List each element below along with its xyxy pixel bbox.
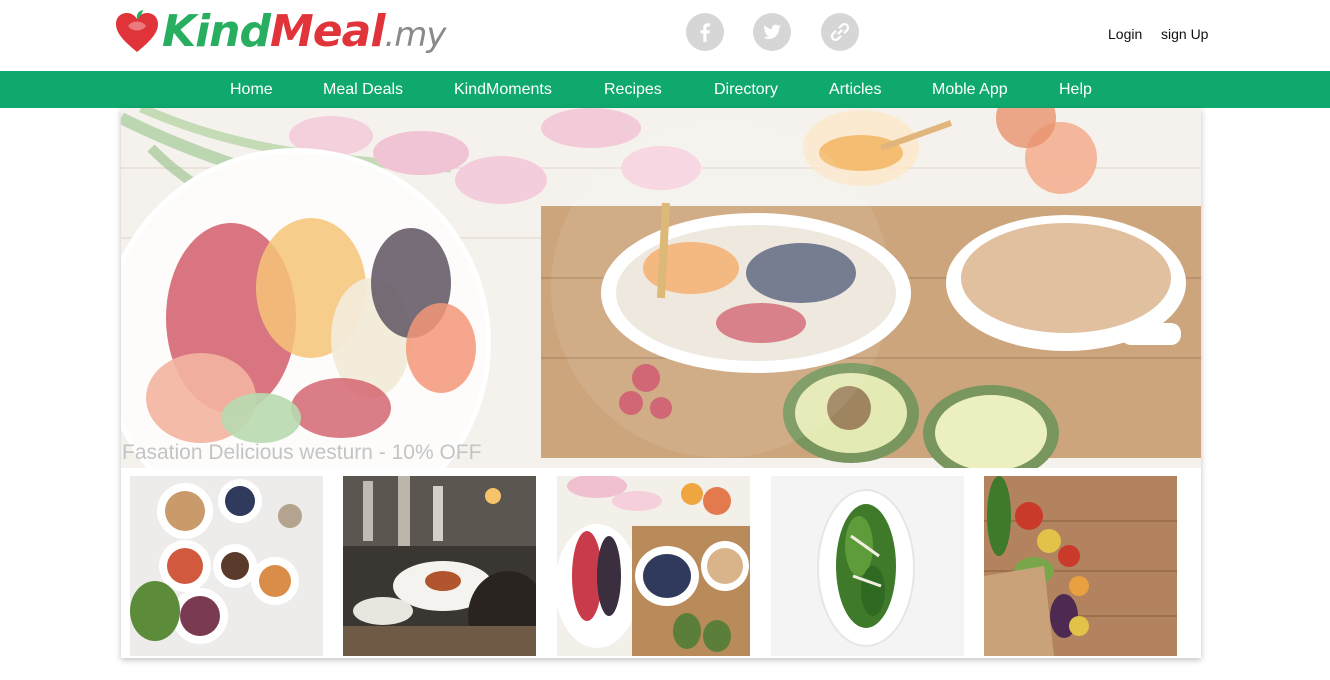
hero-food-image [121,108,1201,468]
hero-slide[interactable]: Fasation Delicious westurn - 10% OFF [121,108,1201,468]
logo-kind-text: Kind [162,6,271,57]
facebook-icon [700,23,710,42]
featured-deals-card: Fasation Delicious westurn - 10% OFF [121,108,1201,658]
nav-item-meal-deals[interactable]: Meal Deals [323,71,403,108]
healthy-bowls-image [557,476,750,656]
restaurant-dining-image [343,476,536,656]
twitter-button[interactable] [753,13,791,51]
link-button[interactable] [821,13,859,51]
nav-item-articles[interactable]: Articles [829,71,881,108]
thumbnail-3[interactable] [557,476,750,656]
hero-caption: Fasation Delicious westurn - 10% OFF [122,441,482,464]
thumbnail-4[interactable] [771,476,964,656]
kindmeal-logo[interactable]: KindMeal.my [114,4,446,68]
salad-plate-image [771,476,964,656]
nav-item-help[interactable]: Help [1059,71,1092,108]
breakfast-spread-image [130,476,323,656]
thumbnail-5[interactable] [984,476,1177,656]
thumbnail-1[interactable] [130,476,323,656]
nav-item-kindmoments[interactable]: KindMoments [454,71,552,108]
nav-item-directory[interactable]: Directory [714,71,778,108]
facebook-button[interactable] [686,13,724,51]
login-link[interactable]: Login [1108,25,1142,43]
heart-logo-icon [116,10,158,52]
nav-item-recipes[interactable]: Recipes [604,71,662,108]
logo-meal-text: Meal [270,6,385,57]
main-navbar: Home Meal Deals KindMoments Recipes Dire… [0,71,1330,108]
link-icon [830,22,850,42]
vegetables-image [984,476,1177,656]
thumbnail-2[interactable] [343,476,536,656]
signup-link[interactable]: sign Up [1161,25,1208,43]
twitter-icon [763,24,781,39]
nav-item-mobile-app[interactable]: Moble App [932,71,1008,108]
nav-item-home[interactable]: Home [230,71,273,108]
logo-my-text: .my [384,15,446,55]
logo-wordmark: KindMeal.my [162,4,446,63]
